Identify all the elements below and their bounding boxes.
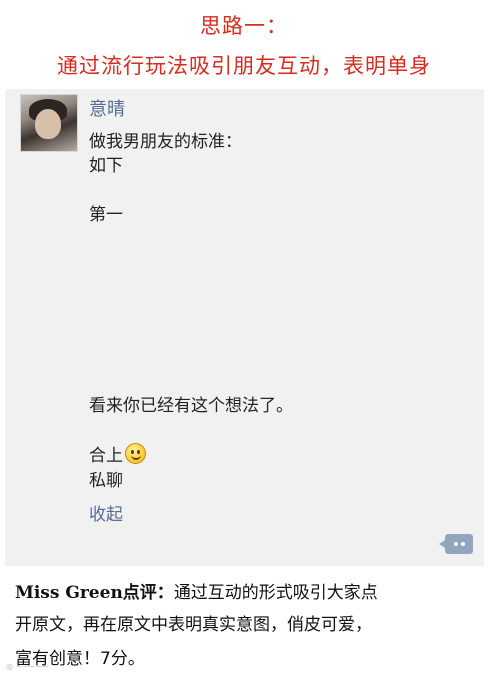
review-line-2: 开原文，再在原文中表明真实意图，俏皮可爱， xyxy=(15,615,372,635)
post-text-line: 私聊 xyxy=(89,471,123,491)
post-author-name[interactable]: 意晴 xyxy=(89,95,125,121)
smiley-icon xyxy=(125,443,146,464)
avatar-face xyxy=(35,109,61,139)
post-text-line: 如下 xyxy=(89,156,123,176)
review-prefix: Miss Green点评： xyxy=(15,583,174,603)
review-text: 通过互动的形式吸引大家点 xyxy=(173,583,378,603)
avatar[interactable] xyxy=(20,94,78,152)
comment-icon xyxy=(439,540,445,548)
post-text-line-with-emoji: 合上 xyxy=(89,441,146,466)
collapse-link[interactable]: 收起 xyxy=(89,500,123,525)
review-line-1: Miss Green点评：通过互动的形式吸引大家点 xyxy=(15,578,480,603)
review-line-3: 富有创意！7分。 xyxy=(15,649,145,669)
post-card: 意晴 做我男朋友的标准： 如下 第一 看来你已经有这个想法了。 合上 私聊 收起 xyxy=(5,89,484,566)
comment-button[interactable] xyxy=(439,534,473,554)
post-text: 合上 xyxy=(89,446,123,466)
heading-line-1: 思路一： xyxy=(200,14,288,38)
watermark-icon: ◎ ~~~~~ xyxy=(6,662,50,671)
post-text-line: 做我男朋友的标准： xyxy=(89,132,242,152)
heading-line-2: 通过流行玩法吸引朋友互动，表明单身 xyxy=(57,54,431,78)
post-text-line: 看来你已经有这个想法了。 xyxy=(89,396,293,416)
post-text-line: 第一 xyxy=(89,205,123,225)
